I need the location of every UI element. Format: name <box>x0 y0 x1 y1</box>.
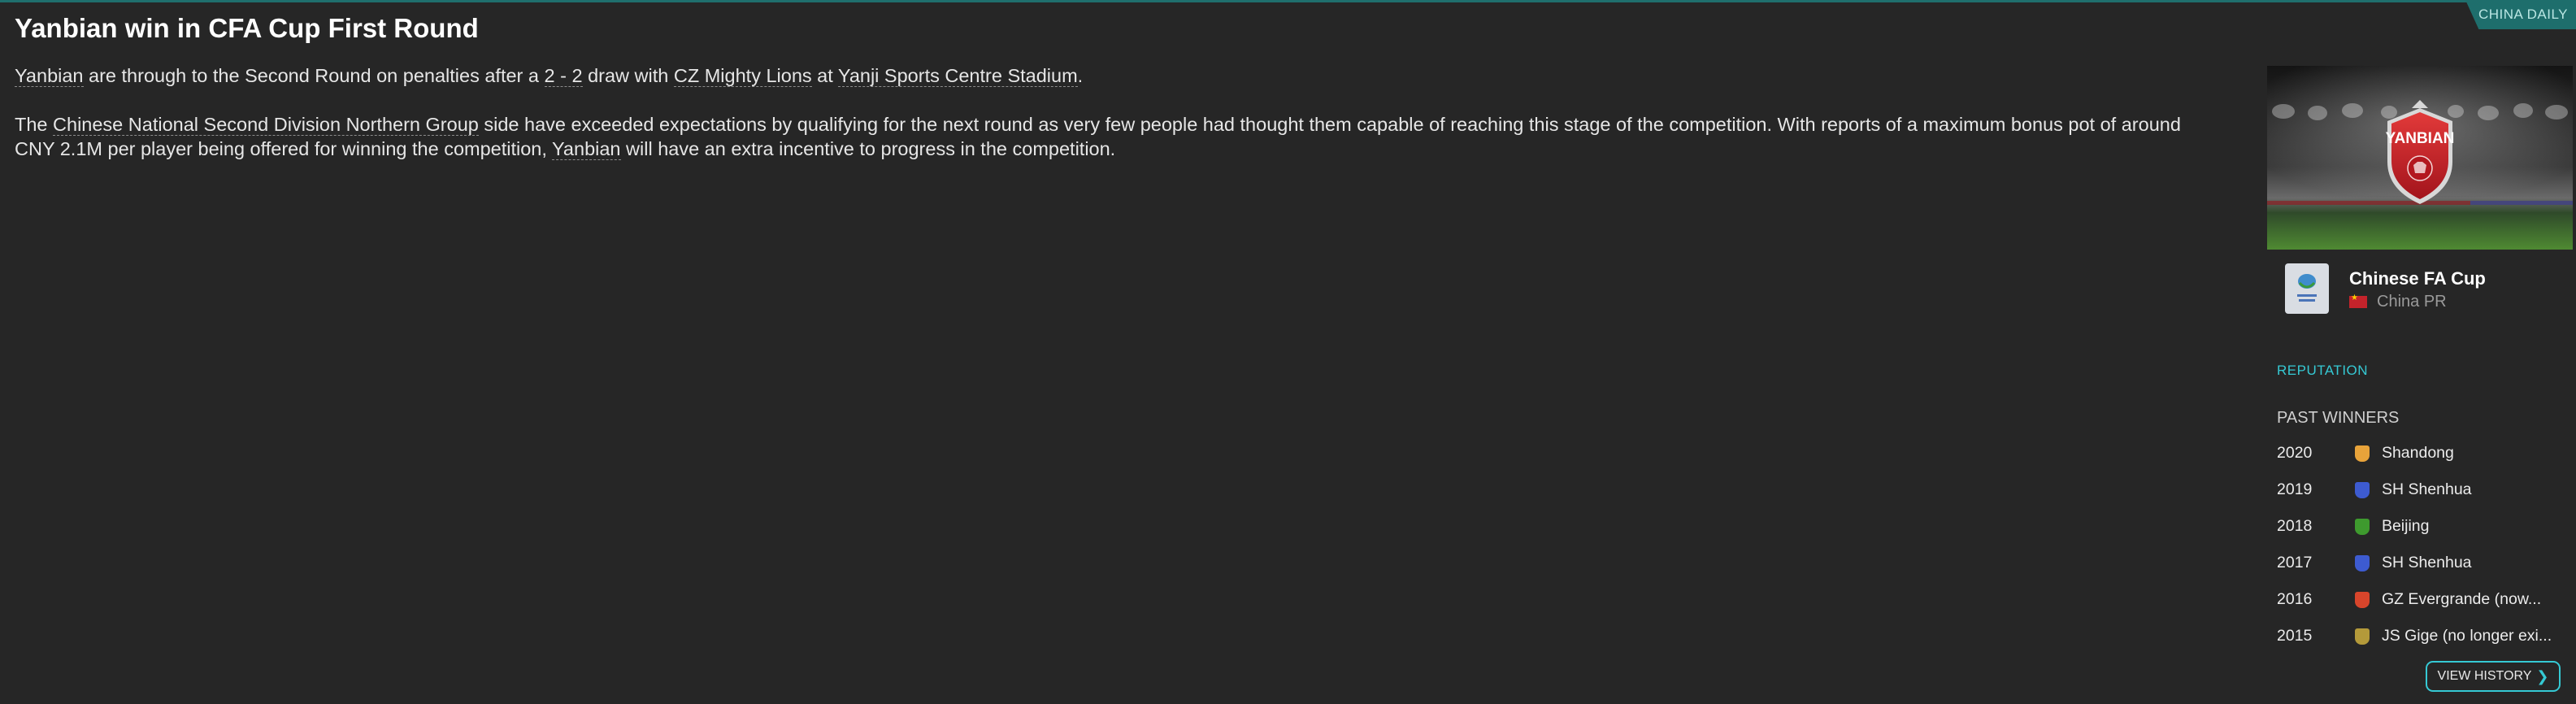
article-text: at <box>811 65 838 86</box>
view-history-button[interactable]: VIEW HISTORY ❯ <box>2426 661 2561 692</box>
reputation-label: REPUTATION <box>2277 363 2369 378</box>
article-paragraph-1: Yanbian are through to the Second Round … <box>15 63 2209 88</box>
winner-year: 2019 <box>2277 480 2313 498</box>
winner-club[interactable]: GZ Evergrande (now... <box>2382 590 2573 609</box>
match-score-link[interactable]: 2 - 2 <box>544 65 583 87</box>
article-text: will have an extra incentive to progress… <box>620 138 1116 159</box>
winner-year: 2017 <box>2277 554 2313 571</box>
country-label: China PR <box>2377 293 2447 311</box>
competition-info[interactable]: Chinese FA Cup China PR <box>2285 263 2569 315</box>
fa-cup-logo-icon <box>2285 263 2329 314</box>
winner-club[interactable]: Shandong <box>2382 444 2573 463</box>
news-headline: Yanbian win in CFA Cup First Round <box>15 13 479 43</box>
team-link[interactable]: Yanbian <box>15 65 84 87</box>
past-winners-list: 2020 Shandong 2019 SH Shenhua 2018 Beiji… <box>2277 435 2573 654</box>
club-badge-icon <box>2354 481 2370 498</box>
winner-row[interactable]: 2017 SH Shenhua <box>2277 545 2573 581</box>
opponent-link[interactable]: CZ Mighty Lions <box>673 65 812 87</box>
article-text: are through to the Second Round on penal… <box>83 65 545 86</box>
club-hero-image: YANBIAN <box>2267 66 2573 250</box>
winner-row[interactable]: 2019 SH Shenhua <box>2277 472 2573 508</box>
chevron-right-icon: ❯ <box>2536 667 2549 684</box>
winner-row[interactable]: 2015 JS Gige (no longer exi... <box>2277 618 2573 654</box>
winner-club[interactable]: Beijing <box>2382 517 2573 536</box>
club-badge-icon <box>2354 591 2370 608</box>
view-history-label: VIEW HISTORY <box>2437 669 2532 683</box>
top-accent-line <box>0 0 2576 2</box>
winner-year: 2020 <box>2277 444 2313 462</box>
winner-club[interactable]: SH Shenhua <box>2382 480 2573 499</box>
winner-row[interactable]: 2020 Shandong <box>2277 435 2573 472</box>
news-source-tag: CHINA DAILY <box>2465 0 2576 29</box>
competition-name[interactable]: Chinese FA Cup <box>2349 268 2486 289</box>
club-badge-icon <box>2354 518 2370 535</box>
winner-year: 2016 <box>2277 590 2313 608</box>
winner-row[interactable]: 2016 GZ Evergrande (now... <box>2277 581 2573 618</box>
winner-club[interactable]: SH Shenhua <box>2382 554 2573 572</box>
competition-sidebar: YANBIAN Chinese FA Cup China PR REPUTATI… <box>2267 66 2573 704</box>
winner-year: 2018 <box>2277 517 2313 535</box>
article-text: . <box>1077 65 1084 86</box>
past-winners-label: PAST WINNERS <box>2277 409 2400 427</box>
winner-year: 2015 <box>2277 627 2313 645</box>
china-flag-icon <box>2349 293 2367 308</box>
club-badge-icon <box>2354 554 2370 571</box>
article-text: The <box>15 114 54 135</box>
article-text: draw with <box>582 65 674 86</box>
article-paragraph-2: The Chinese National Second Division Nor… <box>15 112 2209 161</box>
competition-country[interactable]: China PR <box>2349 293 2447 311</box>
division-link[interactable]: Chinese National Second Division Norther… <box>53 114 479 136</box>
team-link[interactable]: Yanbian <box>552 138 621 160</box>
club-badge-icon <box>2354 445 2370 462</box>
winner-club[interactable]: JS Gige (no longer exi... <box>2382 627 2573 645</box>
stadium-crest-image: YANBIAN <box>2267 66 2573 250</box>
stadium-link[interactable]: Yanji Sports Centre Stadium <box>837 65 1078 87</box>
winner-row[interactable]: 2018 Beijing <box>2277 508 2573 545</box>
club-badge-icon <box>2354 628 2370 645</box>
crest-text: YANBIAN <box>2386 130 2455 147</box>
news-article: Yanbian are through to the Second Round … <box>15 63 2209 185</box>
fa-cup-logo-icon <box>2297 274 2317 302</box>
